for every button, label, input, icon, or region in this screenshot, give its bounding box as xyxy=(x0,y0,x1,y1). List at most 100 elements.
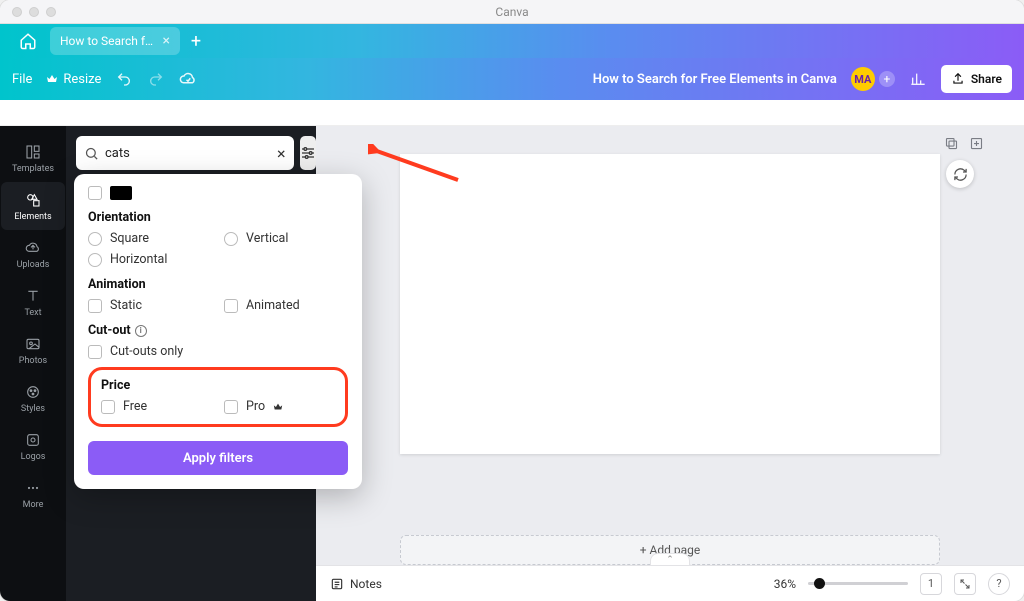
animation-heading: Animation xyxy=(88,277,348,292)
elements-icon xyxy=(24,191,42,209)
rail-label: Styles xyxy=(21,404,45,414)
option-label: Square xyxy=(110,231,149,246)
rail-templates[interactable]: Templates xyxy=(1,134,65,182)
rail-elements[interactable]: Elements xyxy=(1,182,65,230)
zoom-window-dot[interactable] xyxy=(46,7,56,17)
file-menu[interactable]: File xyxy=(12,72,32,87)
home-button[interactable] xyxy=(8,27,48,55)
sync-fab[interactable] xyxy=(946,160,974,188)
pages-drawer-handle[interactable]: ⌃ xyxy=(650,553,690,565)
notes-button[interactable]: Notes xyxy=(330,577,382,591)
rail-label: Elements xyxy=(14,212,51,222)
check-free[interactable]: Free xyxy=(101,399,212,414)
clear-search-icon[interactable]: × xyxy=(277,144,286,163)
resize-button[interactable]: Resize xyxy=(46,72,101,87)
zoom-thumb[interactable] xyxy=(814,578,825,589)
search-icon xyxy=(84,146,99,161)
color-swatch-empty[interactable] xyxy=(88,186,102,200)
page[interactable] xyxy=(400,154,940,454)
option-label: Animated xyxy=(246,298,300,313)
apply-filters-button[interactable]: Apply filters xyxy=(88,441,348,475)
expand-icon xyxy=(959,578,971,590)
radio-square[interactable]: Square xyxy=(88,231,212,246)
help-button[interactable]: ? xyxy=(988,573,1010,595)
more-icon xyxy=(24,479,42,497)
price-section-highlight: Price Free Pro xyxy=(88,367,348,427)
styles-icon xyxy=(24,383,42,401)
notes-label: Notes xyxy=(350,577,382,591)
add-tab-button[interactable]: + xyxy=(182,27,210,55)
rail-photos[interactable]: Photos xyxy=(1,326,65,374)
checkbox-icon xyxy=(224,299,238,313)
fullscreen-button[interactable] xyxy=(954,573,976,595)
home-icon xyxy=(19,32,37,50)
search-input[interactable] xyxy=(105,146,271,161)
rail-label: Text xyxy=(24,308,41,318)
check-animated[interactable]: Animated xyxy=(224,298,348,313)
close-window-dot[interactable] xyxy=(12,7,22,17)
minimize-window-dot[interactable] xyxy=(29,7,39,17)
rail-styles[interactable]: Styles xyxy=(1,374,65,422)
option-label: Free xyxy=(123,399,147,414)
templates-icon xyxy=(24,143,42,161)
checkbox-icon xyxy=(88,299,102,313)
rail-label: More xyxy=(23,500,44,510)
text-icon xyxy=(24,287,42,305)
refresh-icon xyxy=(953,167,968,182)
cloud-sync-icon xyxy=(179,70,197,88)
undo-button[interactable] xyxy=(115,70,133,88)
logos-icon xyxy=(24,431,42,449)
redo-button[interactable] xyxy=(147,70,165,88)
mac-window: Canva How to Search for Fre… × + File Re… xyxy=(0,0,1024,601)
crown-icon xyxy=(46,73,58,85)
page-count-button[interactable]: 1 xyxy=(920,573,942,595)
avatar[interactable]: MA xyxy=(851,67,875,91)
crown-icon xyxy=(273,402,283,412)
tab-label: How to Search for Fre… xyxy=(60,34,155,48)
tab-active[interactable]: How to Search for Fre… × xyxy=(50,27,180,55)
share-button[interactable]: Share xyxy=(941,65,1012,93)
rail-more[interactable]: More xyxy=(1,470,65,518)
radio-icon xyxy=(88,253,102,267)
zoom-value[interactable]: 36% xyxy=(774,577,796,591)
document-title[interactable]: How to Search for Free Elements in Canva xyxy=(593,72,837,87)
insights-button[interactable] xyxy=(909,70,927,88)
close-icon[interactable]: × xyxy=(163,33,170,49)
rail-label: Photos xyxy=(19,356,47,366)
canvas-viewport[interactable] xyxy=(316,126,1024,517)
radio-icon xyxy=(88,232,102,246)
zoom-slider[interactable] xyxy=(808,582,908,585)
option-label: Static xyxy=(110,298,142,313)
search-box[interactable]: × xyxy=(76,136,294,170)
rail-logos[interactable]: Logos xyxy=(1,422,65,470)
option-label: Horizontal xyxy=(110,252,167,267)
notes-icon xyxy=(330,577,344,591)
rail-label: Logos xyxy=(21,452,46,462)
radio-vertical[interactable]: Vertical xyxy=(224,231,348,246)
filter-button[interactable] xyxy=(300,136,316,170)
price-heading: Price xyxy=(101,378,335,393)
color-swatch-black[interactable] xyxy=(110,186,132,200)
check-pro[interactable]: Pro xyxy=(224,399,335,414)
add-collaborator-button[interactable]: + xyxy=(879,71,895,87)
option-label: Vertical xyxy=(246,231,288,246)
photos-icon xyxy=(24,335,42,353)
option-label: Cut-outs only xyxy=(110,344,183,359)
filters-popover: Orientation Square Vertical Horizontal A… xyxy=(74,174,362,489)
traffic-lights[interactable] xyxy=(0,7,56,17)
check-static[interactable]: Static xyxy=(88,298,212,313)
mac-titlebar: Canva xyxy=(0,0,1024,24)
checkbox-icon xyxy=(224,400,238,414)
sliders-icon xyxy=(300,145,316,161)
canvas-area: + Add page ⌃ Notes 36% 1 ? xyxy=(316,126,1024,601)
tabstrip: How to Search for Fre… × + xyxy=(0,24,1024,58)
check-cutouts-only[interactable]: Cut-outs only xyxy=(88,344,348,359)
info-icon[interactable]: i xyxy=(135,325,147,337)
user-cluster: MA + xyxy=(851,67,895,91)
body: Templates Elements Uploads Text Photos S… xyxy=(0,126,1024,601)
rail-uploads[interactable]: Uploads xyxy=(1,230,65,278)
cutout-heading: Cut-out i xyxy=(88,323,348,338)
rail-text[interactable]: Text xyxy=(1,278,65,326)
window-title: Canva xyxy=(0,5,1024,19)
radio-horizontal[interactable]: Horizontal xyxy=(88,252,212,267)
